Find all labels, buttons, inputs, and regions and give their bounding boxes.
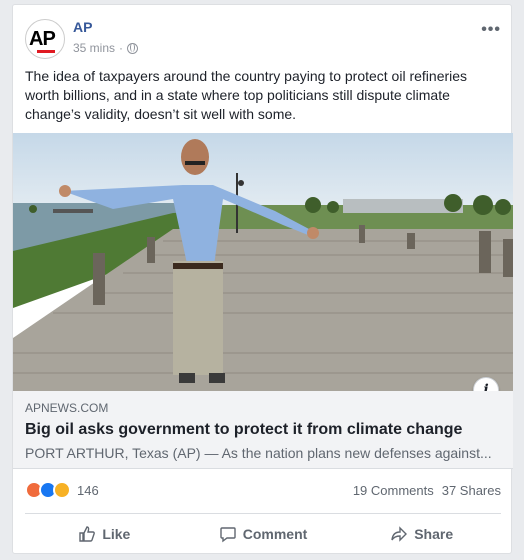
like-label: Like: [102, 526, 131, 542]
post-meta: 35 mins ·: [73, 41, 139, 55]
action-bar: Like Comment Share: [25, 517, 501, 551]
logo-red-bar: [37, 50, 55, 53]
reaction-count: 146: [77, 482, 99, 498]
reactions-summary[interactable]: 146: [25, 481, 99, 499]
share-button[interactable]: Share: [342, 517, 501, 551]
link-title[interactable]: Big oil asks government to protect it fr…: [25, 421, 462, 439]
shares-count[interactable]: 37 Shares: [442, 483, 501, 498]
comment-share-counts: 19 Comments 37 Shares: [353, 483, 501, 498]
haha-reaction-icon: [53, 481, 71, 499]
comment-icon: [220, 527, 236, 543]
share-label: Share: [414, 526, 454, 542]
share-icon: [391, 526, 408, 542]
like-button[interactable]: Like: [25, 517, 184, 551]
link-domain: APNEWS.COM: [25, 401, 109, 415]
meta-separator: ·: [119, 41, 124, 55]
comments-count[interactable]: 19 Comments: [353, 483, 434, 498]
link-preview[interactable]: APNEWS.COM Big oil asks government to pr…: [13, 391, 513, 469]
engagement-stats: 146 19 Comments 37 Shares: [25, 479, 501, 503]
actions-divider: [25, 513, 501, 514]
post-card: AP AP 35 mins · ••• The idea of taxpayer…: [12, 4, 513, 554]
comment-label: Comment: [242, 526, 308, 542]
page-avatar[interactable]: AP: [25, 19, 65, 59]
comment-button[interactable]: Comment: [184, 517, 343, 551]
page-name[interactable]: AP: [73, 19, 92, 35]
more-options-icon[interactable]: •••: [481, 21, 501, 39]
photo-illustration: [13, 133, 513, 391]
link-description: PORT ARTHUR, Texas (AP) — As the nation …: [25, 445, 492, 461]
post-photo[interactable]: [13, 133, 513, 391]
post-header: AP AP 35 mins · •••: [25, 17, 501, 59]
timestamp[interactable]: 35 mins: [73, 41, 115, 55]
globe-icon: [127, 42, 139, 54]
thumbs-up-icon: [79, 526, 96, 542]
post-text: The idea of taxpayers around the country…: [25, 68, 468, 122]
ap-logo-text: AP: [29, 28, 56, 50]
